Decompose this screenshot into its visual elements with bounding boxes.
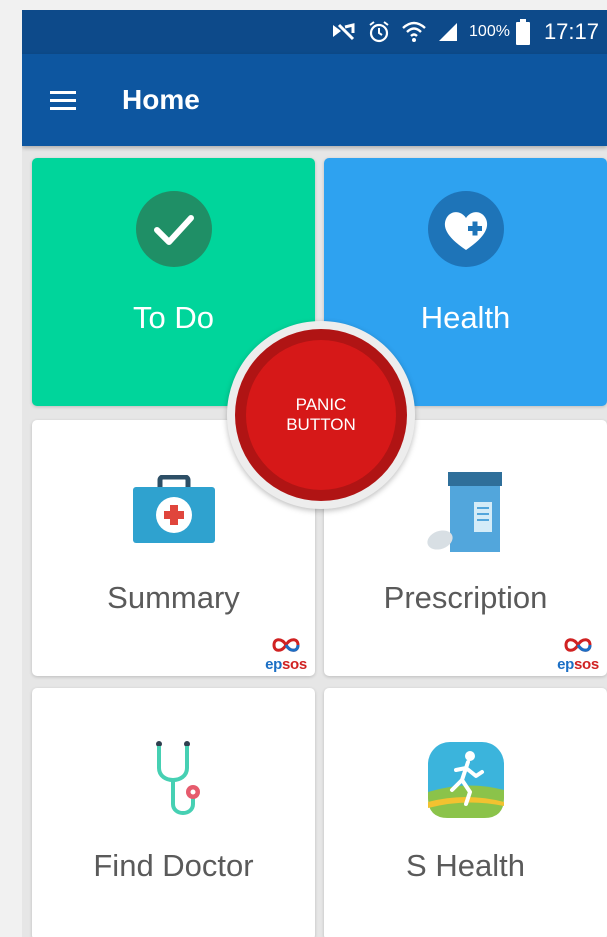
panic-button[interactable]: PANIC BUTTON (227, 321, 415, 509)
page-title: Home (122, 84, 200, 115)
tile-label: Find Doctor (93, 848, 254, 883)
hamburger-menu-icon[interactable] (50, 80, 110, 120)
tile-label: Prescription (383, 580, 548, 615)
panic-button-ring: PANIC BUTTON (235, 329, 407, 501)
runner-app-icon (324, 740, 607, 820)
tile-label: Health (420, 300, 511, 335)
alarm-icon (367, 20, 391, 44)
epsos-logo: epsos (261, 637, 311, 672)
epsos-logo: epsos (553, 637, 603, 672)
panic-button-face: PANIC BUTTON (246, 340, 396, 490)
signal-icon (437, 21, 459, 43)
stethoscope-icon (32, 738, 315, 822)
tile-label: S Health (406, 848, 525, 883)
app-bar: Home (22, 54, 607, 146)
tile-find-doctor[interactable]: Find Doctor (32, 688, 315, 937)
tile-label: Summary (107, 580, 240, 615)
check-icon (32, 190, 315, 268)
status-bar: 100% 17:17 (22, 10, 607, 54)
battery-icon (515, 19, 530, 45)
heart-plus-icon (324, 190, 607, 268)
wifi-icon (401, 20, 427, 44)
tile-s-health[interactable]: S Health (324, 688, 607, 937)
phone-screen: 100% 17:17 Home To Do Health Summary eps (22, 10, 607, 937)
panic-label-line1: PANIC (295, 395, 347, 414)
clock: 17:17 (543, 19, 599, 44)
tile-label: To Do (133, 300, 214, 335)
mute-icon (331, 21, 357, 43)
panic-label-line2: BUTTON (286, 415, 356, 434)
battery-percent: 100% (469, 23, 510, 40)
